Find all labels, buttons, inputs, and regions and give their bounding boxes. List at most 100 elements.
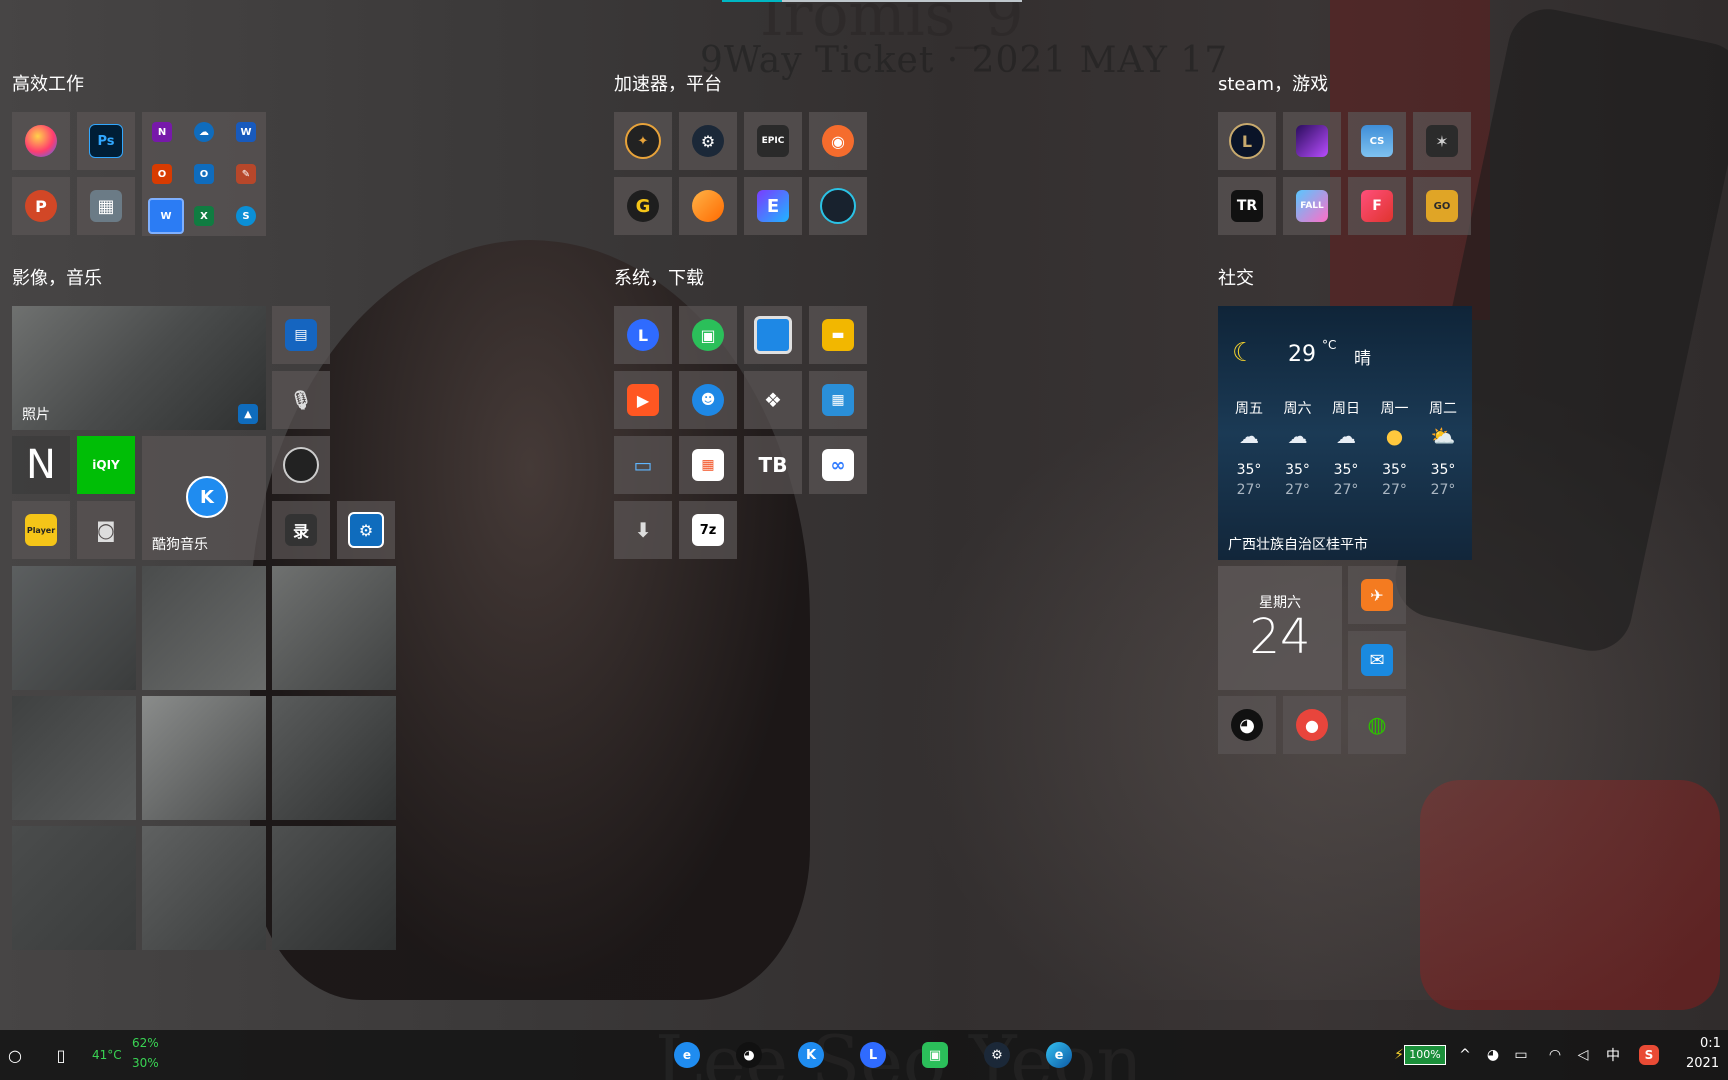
tile-league-of-legends[interactable]: L	[1218, 112, 1276, 170]
tile-screen-recorder[interactable]: 录	[272, 501, 330, 559]
tile-witcher[interactable]: ✶	[1413, 112, 1471, 170]
tile-leigod[interactable]	[679, 177, 737, 235]
tile-movies[interactable]: ▤	[272, 306, 330, 364]
office-folder-tile[interactable]: N ☁ W O O ✎ W X S	[142, 112, 266, 236]
tile-photoshop[interactable]: Ps	[77, 112, 135, 170]
tile-calculator[interactable]: ▦	[77, 177, 135, 235]
tile-fall-guys[interactable]: FALL	[1283, 177, 1341, 235]
tile-lamp-app[interactable]: ❖	[744, 371, 802, 429]
tile-powerpoint[interactable]: P	[12, 177, 70, 235]
group-title-steam[interactable]: steam，游戏	[1218, 70, 1328, 96]
cpu-temp: 41°C	[92, 1048, 122, 1062]
group-title-accelerator[interactable]: 加速器，平台	[614, 70, 722, 96]
penguin-tray-icon[interactable]: ◕	[1478, 1040, 1508, 1070]
city-game-icon: CS	[1361, 125, 1393, 157]
taskbar-steam-button[interactable]: ⚙	[982, 1040, 1012, 1070]
photo-cell[interactable]	[272, 696, 396, 820]
taskbar-qq-button[interactable]: ◕	[734, 1040, 764, 1070]
tile-calendar[interactable]: 星期六 24	[1218, 566, 1342, 690]
chevron-up-icon[interactable]: ^	[1450, 1040, 1480, 1070]
tile-contact-card[interactable]: ▦	[809, 371, 867, 429]
tile-blue-round-app[interactable]: ☻	[679, 371, 737, 429]
wifi-icon[interactable]: ◠	[1540, 1040, 1570, 1070]
partly-cloudy-icon: ⛅	[1430, 424, 1456, 448]
tile-origin[interactable]: ◉	[809, 112, 867, 170]
taskbar-l-app-button[interactable]: L	[858, 1040, 888, 1070]
cloud-icon: ☁	[1287, 424, 1308, 448]
task-view-icon[interactable]: ▯	[46, 1040, 76, 1070]
group-title-social[interactable]: 社交	[1218, 264, 1254, 290]
tile-window-app[interactable]	[744, 306, 802, 364]
tile-tomb-raider[interactable]: TR	[1218, 177, 1276, 235]
paint-drop-icon	[25, 125, 57, 157]
tile-tb-app[interactable]: TB	[744, 436, 802, 494]
tile-forza[interactable]: F	[1348, 177, 1406, 235]
tile-obs[interactable]	[272, 436, 330, 494]
tile-cities-skylines[interactable]: CS	[1348, 112, 1406, 170]
tile-iqiyi[interactable]: iQIY	[77, 436, 135, 494]
tile-settings-app[interactable]: ⚙	[337, 501, 395, 559]
tile-7zip[interactable]: 7z	[679, 501, 737, 559]
tile-microsoft-store[interactable]: ▦	[679, 436, 737, 494]
taskbar-edge-button[interactable]: e	[1044, 1040, 1074, 1070]
tile-orange-app[interactable]: ▶	[614, 371, 672, 429]
forecast-low: 27°	[1285, 482, 1310, 498]
clock-time[interactable]: 0:1	[1700, 1036, 1721, 1051]
battery-meter[interactable]: 100%	[1404, 1045, 1446, 1065]
tile-weather[interactable]: ☾ 29 °C 晴 周五 周六 周日 周一 周二 ☁ ☁ ☁ ● ⛅ 35° 3…	[1218, 306, 1472, 560]
tile-l-app[interactable]: L	[614, 306, 672, 364]
tile-green-bag[interactable]: ▣	[679, 306, 737, 364]
tile-kugou-music[interactable]: K 酷狗音乐	[142, 436, 266, 560]
sogou-icon[interactable]: S	[1634, 1040, 1664, 1070]
group-title-system[interactable]: 系统，下载	[614, 264, 704, 290]
tile-n-app[interactable]: N	[12, 436, 70, 494]
tile-paint-drop[interactable]	[12, 112, 70, 170]
photoshop-icon: Ps	[89, 124, 123, 158]
photo-cell[interactable]	[272, 826, 396, 950]
tile-this-pc[interactable]: ▭	[614, 436, 672, 494]
tile-voice-recorder[interactable]: 🎙	[272, 371, 330, 429]
tile-steam[interactable]: ⚙	[679, 112, 737, 170]
photo-cell[interactable]	[272, 566, 396, 690]
volume-icon[interactable]: ◁	[1568, 1040, 1598, 1070]
tile-wechat[interactable]: ◍	[1348, 696, 1406, 754]
group-title-efficiency[interactable]: 高效工作	[12, 70, 84, 96]
tile-epic-games[interactable]: EPIC	[744, 112, 802, 170]
tile-file-explorer[interactable]: ▬	[809, 306, 867, 364]
tile-player[interactable]: Player	[12, 501, 70, 559]
browser-e-icon: e	[674, 1042, 700, 1068]
photo-cell[interactable]	[12, 696, 136, 820]
taskbar: ○ ▯ 41°C 62% 30% e ◕ K L ▣ ⚙ e ⚡ 100% ^ …	[0, 1030, 1728, 1080]
photo-cell[interactable]	[12, 826, 136, 950]
tile-baidu-netdisk[interactable]: ∞	[809, 436, 867, 494]
tile-accelerator-1[interactable]: ✦	[614, 112, 672, 170]
tile-camera[interactable]: ◙	[77, 501, 135, 559]
tile-game-purple[interactable]	[1283, 112, 1341, 170]
battery-icon[interactable]: ▭	[1506, 1040, 1536, 1070]
group-title-media[interactable]: 影像，音乐	[12, 264, 102, 290]
photo-cell[interactable]	[142, 696, 266, 820]
tile-g-app[interactable]: G	[614, 177, 672, 235]
tile-csgo[interactable]: GO	[1413, 177, 1471, 235]
tile-ring-app[interactable]	[809, 177, 867, 235]
tile-qq[interactable]: ◕	[1218, 696, 1276, 754]
taskbar-browser-button[interactable]: e	[672, 1040, 702, 1070]
tile-photos[interactable]: 照片 ▲	[12, 306, 266, 430]
tile-downloader[interactable]: ⬇	[614, 501, 672, 559]
taskbar-kugou-button[interactable]: K	[796, 1040, 826, 1070]
cloud-icon: ☁	[1336, 424, 1356, 448]
search-icon[interactable]: ○	[0, 1040, 30, 1070]
tile-bird-app[interactable]: ✈	[1348, 566, 1406, 624]
tile-e-app[interactable]: E	[744, 177, 802, 235]
photo-cell[interactable]	[142, 826, 266, 950]
tile-mail[interactable]: ✉	[1348, 631, 1406, 689]
clock-date[interactable]: 2021	[1686, 1056, 1719, 1071]
edge-icon: e	[1046, 1042, 1072, 1068]
photo-cell[interactable]	[142, 566, 266, 690]
g-logo-icon: G	[627, 190, 659, 222]
ime-indicator[interactable]: 中	[1598, 1040, 1628, 1070]
photo-cell[interactable]	[12, 566, 136, 690]
forecast-day: 周日	[1332, 401, 1360, 417]
tile-maps[interactable]: ●	[1283, 696, 1341, 754]
taskbar-green-app-button[interactable]: ▣	[920, 1040, 950, 1070]
